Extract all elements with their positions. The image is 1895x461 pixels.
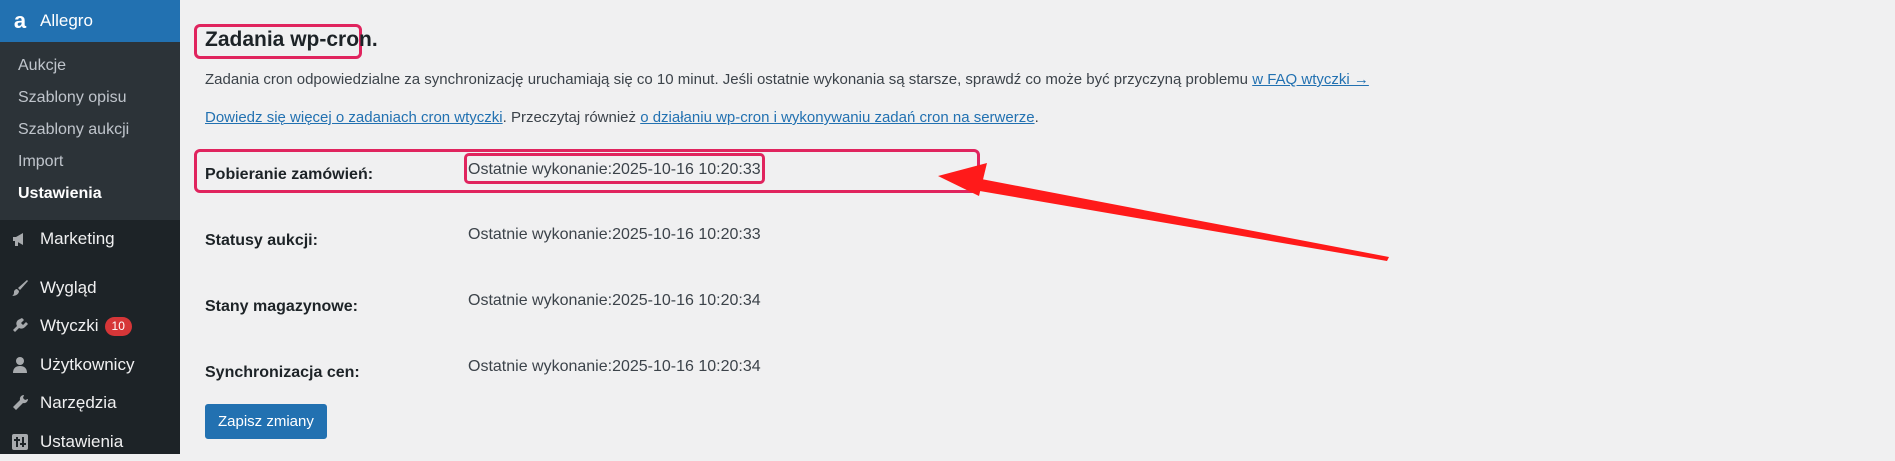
megaphone-icon	[0, 229, 40, 249]
sidebar-item-label: Narzędzia	[40, 393, 117, 413]
wp-cron-server-link[interactable]: o działaniu wp-cron i wykonywaniu zadań …	[640, 109, 1034, 126]
more-info-end: .	[1035, 109, 1039, 126]
main-content: Zadania wp-cron. Zadania cron odpowiedzi…	[180, 0, 1895, 454]
row-value-stany-magazynowe: Ostatnie wykonanie:2025-10-16 10:20:34	[468, 292, 761, 310]
wrench-icon	[0, 393, 40, 413]
row-label-synchronizacja-cen: Synchronizacja cen:	[205, 364, 360, 382]
sidebar-item-label: Marketing	[40, 229, 115, 249]
sidebar-item-label: Wtyczki	[40, 316, 99, 336]
sidebar-item-marketing[interactable]: Marketing	[0, 220, 180, 259]
sidebar-item-label: Allegro	[40, 11, 93, 31]
row-label-stany-magazynowe: Stany magazynowe:	[205, 298, 358, 316]
description-text: Zadania cron odpowiedzialne za synchroni…	[205, 71, 1252, 88]
plug-icon	[0, 316, 40, 336]
sidebar-item-label: Wygląd	[40, 278, 97, 298]
row-value-pobieranie-zamowien: Ostatnie wykonanie:2025-10-16 10:20:33	[468, 161, 761, 179]
submenu-item-szablony-opisu[interactable]: Szablony opisu	[0, 82, 180, 114]
row-value-statusy-aukcji: Ostatnie wykonanie:2025-10-16 10:20:33	[468, 226, 761, 244]
submenu-item-import[interactable]: Import	[0, 146, 180, 178]
sidebar-item-uzytkownicy[interactable]: Użytkownicy	[0, 346, 180, 385]
settings-icon	[0, 432, 40, 452]
sidebar-item-narzedzia[interactable]: Narzędzia	[0, 384, 180, 423]
submenu-item-aukcje[interactable]: Aukcje	[0, 50, 180, 82]
cron-description: Zadania cron odpowiedzialne za synchroni…	[205, 71, 1369, 88]
sidebar-item-wtyczki[interactable]: Wtyczki 10	[0, 307, 180, 346]
submenu-item-ustawienia[interactable]: Ustawienia	[0, 178, 180, 210]
row-label-pobieranie-zamowien: Pobieranie zamówień:	[205, 166, 373, 184]
submenu-item-szablony-aukcji[interactable]: Szablony aukcji	[0, 114, 180, 146]
update-count-badge: 10	[105, 317, 132, 336]
admin-sidebar: a Allegro Aukcje Szablony opisu Szablony…	[0, 0, 180, 454]
sidebar-item-ustawienia[interactable]: Ustawienia	[0, 423, 180, 461]
more-info-text: . Przeczytaj również	[503, 109, 641, 126]
cron-more-info: Dowiedz się więcej o zadaniach cron wtyc…	[205, 109, 1039, 126]
faq-link[interactable]: w FAQ wtyczki →	[1252, 71, 1369, 88]
page-title: Zadania wp-cron.	[205, 28, 378, 52]
paintbrush-icon	[0, 278, 40, 298]
sidebar-item-label: Użytkownicy	[40, 355, 134, 375]
row-label-statusy-aukcji: Statusy aukcji:	[205, 232, 318, 250]
user-icon	[0, 355, 40, 375]
save-button[interactable]: Zapisz zmiany	[205, 404, 327, 439]
red-annotation-arrow	[180, 0, 1895, 454]
sidebar-item-allegro[interactable]: a Allegro	[0, 0, 180, 42]
learn-more-cron-link[interactable]: Dowiedz się więcej o zadaniach cron wtyc…	[205, 109, 503, 126]
row-value-synchronizacja-cen: Ostatnie wykonanie:2025-10-16 10:20:34	[468, 358, 761, 376]
allegro-logo-icon: a	[0, 8, 40, 34]
allegro-submenu: Aukcje Szablony opisu Szablony aukcji Im…	[0, 42, 180, 220]
sidebar-item-wyglad[interactable]: Wygląd	[0, 269, 180, 308]
sidebar-item-label: Ustawienia	[40, 432, 123, 452]
